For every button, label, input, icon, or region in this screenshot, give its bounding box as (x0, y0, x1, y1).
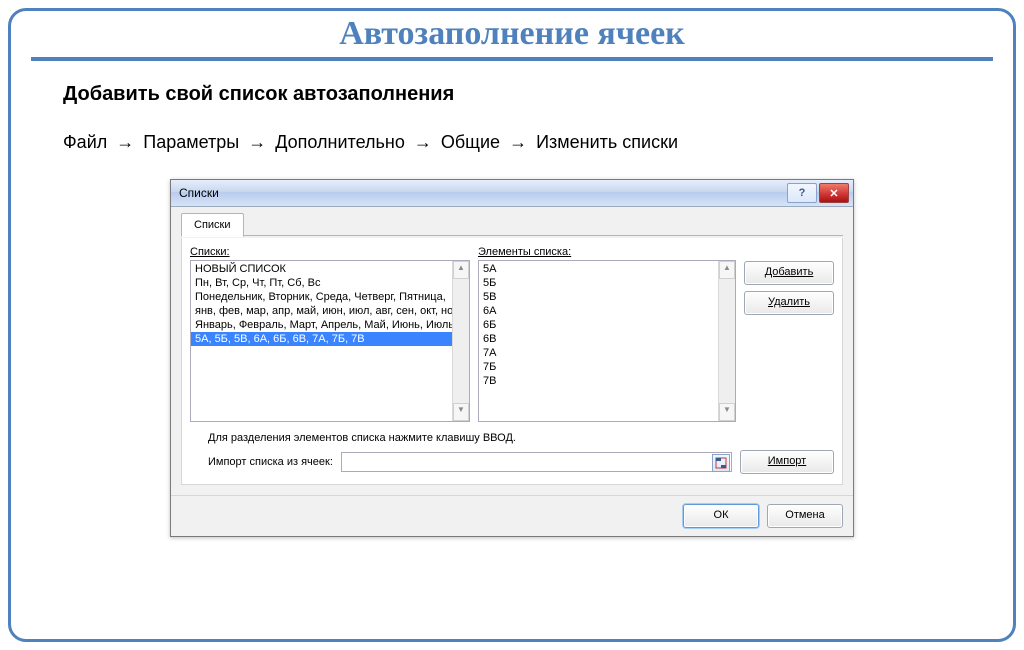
slide-title-wrap: Автозаполнение ячеек (11, 15, 1013, 53)
tab-panel: Списки: НОВЫЙ СПИСОК Пн, Вт, Ср, Чт, Пт,… (181, 238, 843, 485)
element-line: 6А (483, 305, 496, 317)
lists-column: Списки: НОВЫЙ СПИСОК Пн, Вт, Ср, Чт, Пт,… (190, 246, 470, 422)
close-icon: ✕ (829, 187, 838, 200)
element-line: 7Б (483, 361, 496, 373)
lists-dialog: Списки ? ✕ Списки Списки: (170, 179, 854, 537)
delete-button-label: Удалить (768, 296, 810, 308)
add-button[interactable]: Добавить (744, 261, 834, 285)
path-step: Дополнительно (275, 132, 405, 152)
import-row: Импорт списка из ячеек: (190, 450, 834, 474)
close-button[interactable]: ✕ (819, 183, 849, 203)
dialog-title: Списки (179, 186, 785, 200)
import-input[interactable] (341, 452, 732, 472)
nav-path: Файл → Параметры → Дополнительно → Общие… (63, 132, 961, 153)
list-item[interactable]: 5А, 5Б, 5В, 6А, 6Б, 6В, 7А, 7Б, 7В (191, 332, 453, 346)
tab-lists[interactable]: Списки (181, 213, 244, 237)
element-line: 6Б (483, 319, 496, 331)
lists-label: Списки: (190, 246, 470, 258)
import-input-wrap (341, 452, 732, 472)
lists-label-text: Списки: (190, 246, 230, 258)
delete-button[interactable]: Удалить (744, 291, 834, 315)
columns: Списки: НОВЫЙ СПИСОК Пн, Вт, Ср, Чт, Пт,… (190, 246, 834, 422)
slide-title: Автозаполнение ячеек (331, 15, 693, 53)
lists-items: НОВЫЙ СПИСОК Пн, Вт, Ср, Чт, Пт, Сб, Вс … (191, 261, 453, 421)
slide-subheading: Добавить свой список автозаполнения (63, 83, 961, 106)
elements-content: 5А 5Б 5В 6А 6Б 6В 7А 7Б 7В (479, 261, 719, 421)
dialog-titlebar[interactable]: Списки ? ✕ (171, 180, 853, 207)
import-button[interactable]: Импорт (740, 450, 834, 474)
help-icon: ? (799, 187, 806, 199)
elements-label-text: Элементы списка: (478, 246, 571, 258)
arrow-icon: → (410, 132, 436, 153)
slide-body: Добавить свой список автозаполнения Файл… (11, 61, 1013, 537)
range-picker-icon (715, 457, 727, 469)
list-item[interactable]: Пн, Вт, Ср, Чт, Пт, Сб, Вс (191, 276, 453, 290)
list-item[interactable]: НОВЫЙ СПИСОК (191, 262, 453, 276)
ok-button[interactable]: ОК (683, 504, 759, 528)
elements-label: Элементы списка: (478, 246, 736, 258)
element-line: 5В (483, 291, 496, 303)
list-item[interactable]: Понедельник, Вторник, Среда, Четверг, Пя… (191, 290, 453, 304)
path-step: Файл (63, 132, 107, 152)
list-item[interactable]: Январь, Февраль, Март, Апрель, Май, Июнь… (191, 318, 453, 332)
arrow-icon: → (112, 132, 138, 153)
dialog-footer: ОК Отмена (171, 495, 853, 536)
ok-button-label: ОК (714, 509, 729, 521)
list-item[interactable]: янв, фев, мар, апр, май, июн, июл, авг, … (191, 304, 453, 318)
path-step: Общие (441, 132, 500, 152)
element-line: 7В (483, 375, 496, 387)
elements-textbox[interactable]: 5А 5Б 5В 6А 6Б 6В 7А 7Б 7В ▲ ▼ (478, 260, 736, 422)
slide-frame: Автозаполнение ячеек Добавить свой списо… (8, 8, 1016, 642)
scroll-up-icon[interactable]: ▲ (453, 261, 469, 279)
hint-text: Для разделения элементов списка нажмите … (190, 432, 834, 444)
lists-listbox[interactable]: НОВЫЙ СПИСОК Пн, Вт, Ср, Чт, Пт, Сб, Вс … (190, 260, 470, 422)
add-button-label: Добавить (765, 266, 814, 278)
element-line: 6В (483, 333, 496, 345)
side-buttons: Добавить Удалить (744, 246, 834, 422)
scroll-up-icon[interactable]: ▲ (719, 261, 735, 279)
scroll-down-icon[interactable]: ▼ (719, 403, 735, 421)
import-button-label: Импорт (768, 455, 806, 467)
range-picker-button[interactable] (712, 454, 730, 472)
cancel-button[interactable]: Отмена (767, 504, 843, 528)
path-step: Параметры (143, 132, 239, 152)
element-line: 5А (483, 263, 496, 275)
scrollbar[interactable]: ▲ ▼ (452, 261, 469, 421)
path-step: Изменить списки (536, 132, 678, 152)
dialog-body: Списки Списки: НОВЫЙ СПИСОК Пн, Вт, Ср, … (171, 207, 853, 495)
tabstrip: Списки (181, 213, 843, 236)
cancel-button-label: Отмена (785, 509, 824, 521)
scroll-down-icon[interactable]: ▼ (453, 403, 469, 421)
elements-column: Элементы списка: 5А 5Б 5В 6А 6Б 6В 7А 7Б… (478, 246, 736, 422)
element-line: 7А (483, 347, 496, 359)
help-button[interactable]: ? (787, 183, 817, 203)
scrollbar[interactable]: ▲ ▼ (718, 261, 735, 421)
arrow-icon: → (505, 132, 531, 153)
arrow-icon: → (244, 132, 270, 153)
element-line: 5Б (483, 277, 496, 289)
import-label: Импорт списка из ячеек: (208, 456, 333, 468)
